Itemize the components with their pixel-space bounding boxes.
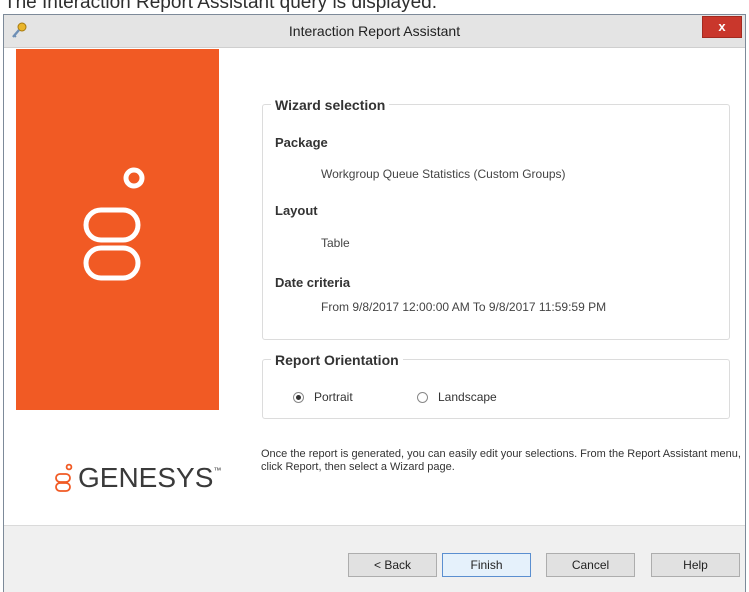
wizard-selection-group: Wizard selection Package Workgroup Queue… [262, 96, 730, 340]
wizard-selection-title: Wizard selection [271, 96, 390, 114]
package-value: Workgroup Queue Statistics (Custom Group… [321, 167, 566, 181]
genesys-logo: GENESYS ™ [54, 458, 221, 498]
help-button[interactable]: Help [651, 553, 740, 577]
package-label: Package [275, 135, 328, 150]
back-button[interactable]: < Back [348, 553, 437, 577]
genesys-mark-icon [83, 167, 145, 281]
cancel-button[interactable]: Cancel [546, 553, 635, 577]
info-text: Once the report is generated, you can ea… [261, 448, 741, 473]
genesys-wordmark: GENESYS [78, 462, 214, 493]
report-orientation-title: Report Orientation [271, 351, 403, 369]
wizard-content: GENESYS ™ Wizard selection Package Workg… [4, 48, 745, 525]
close-button[interactable]: x [702, 16, 742, 38]
page-caption: The Interaction Report Assistant query i… [4, 0, 438, 13]
portrait-label: Portrait [314, 390, 353, 404]
layout-value: Table [321, 236, 350, 250]
date-criteria-label: Date criteria [275, 275, 351, 290]
report-assistant-window: Interaction Report Assistant x GENESYS ™… [3, 14, 746, 592]
finish-button[interactable]: Finish [442, 553, 531, 577]
date-criteria-value: From 9/8/2017 12:00:00 AM To 9/8/2017 11… [321, 300, 607, 314]
close-icon: x [718, 19, 726, 34]
title-bar[interactable]: Interaction Report Assistant x [4, 15, 745, 48]
genesys-logo-icon [55, 463, 73, 492]
portrait-radio[interactable]: Portrait [293, 390, 353, 404]
radio-selected-icon [293, 391, 304, 403]
landscape-label: Landscape [438, 390, 497, 404]
window-title: Interaction Report Assistant [288, 23, 461, 39]
brand-panel [16, 49, 219, 410]
report-orientation-group: Report Orientation Portrait Landscape [262, 351, 730, 419]
landscape-radio[interactable]: Landscape [417, 390, 497, 404]
button-bar: < Back Finish Cancel Help [4, 525, 745, 592]
layout-label: Layout [275, 203, 318, 218]
radio-unselected-icon [417, 391, 428, 403]
trademark-symbol: ™ [213, 466, 222, 475]
